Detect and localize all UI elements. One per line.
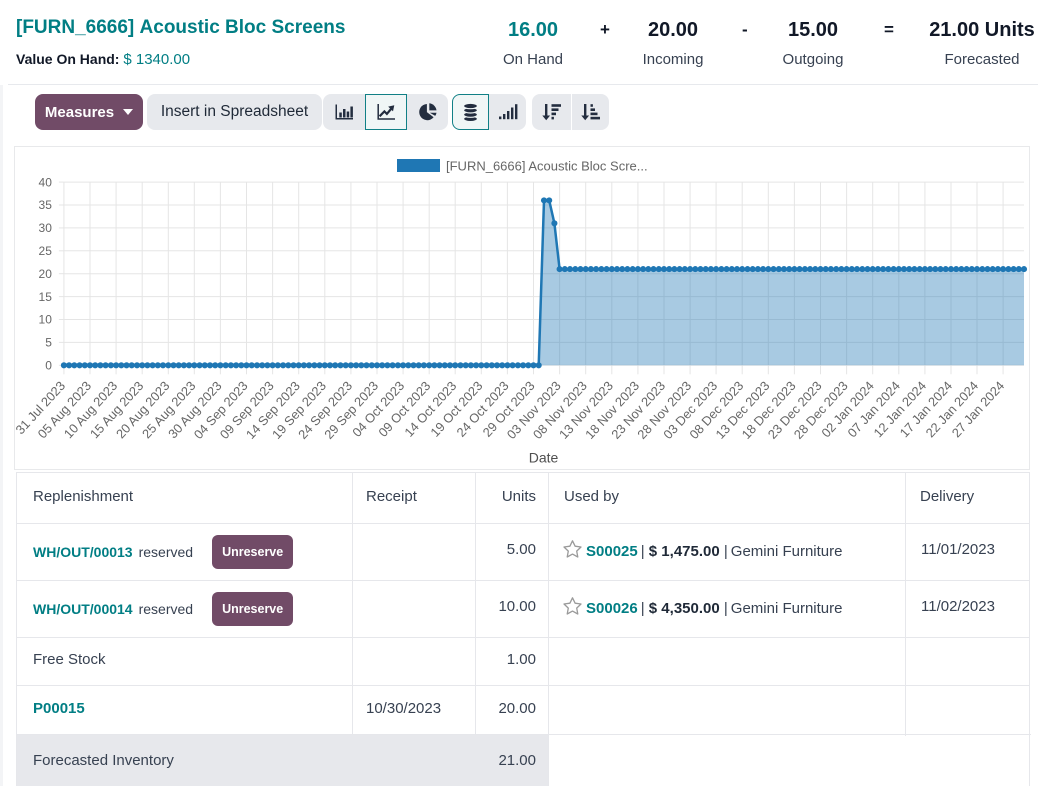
svg-text:Date: Date <box>529 450 559 466</box>
svg-text:15: 15 <box>39 290 53 304</box>
svg-text:40: 40 <box>39 175 53 189</box>
svg-text:30: 30 <box>39 221 53 235</box>
svg-text:[FURN_6666] Acoustic Bloc Scre: [FURN_6666] Acoustic Bloc Scre... <box>446 159 648 174</box>
svg-text:0: 0 <box>45 359 52 373</box>
svg-text:5: 5 <box>45 336 52 350</box>
svg-text:35: 35 <box>39 198 53 212</box>
svg-text:10: 10 <box>39 313 53 327</box>
svg-text:25: 25 <box>39 244 53 258</box>
svg-text:20: 20 <box>39 267 53 281</box>
